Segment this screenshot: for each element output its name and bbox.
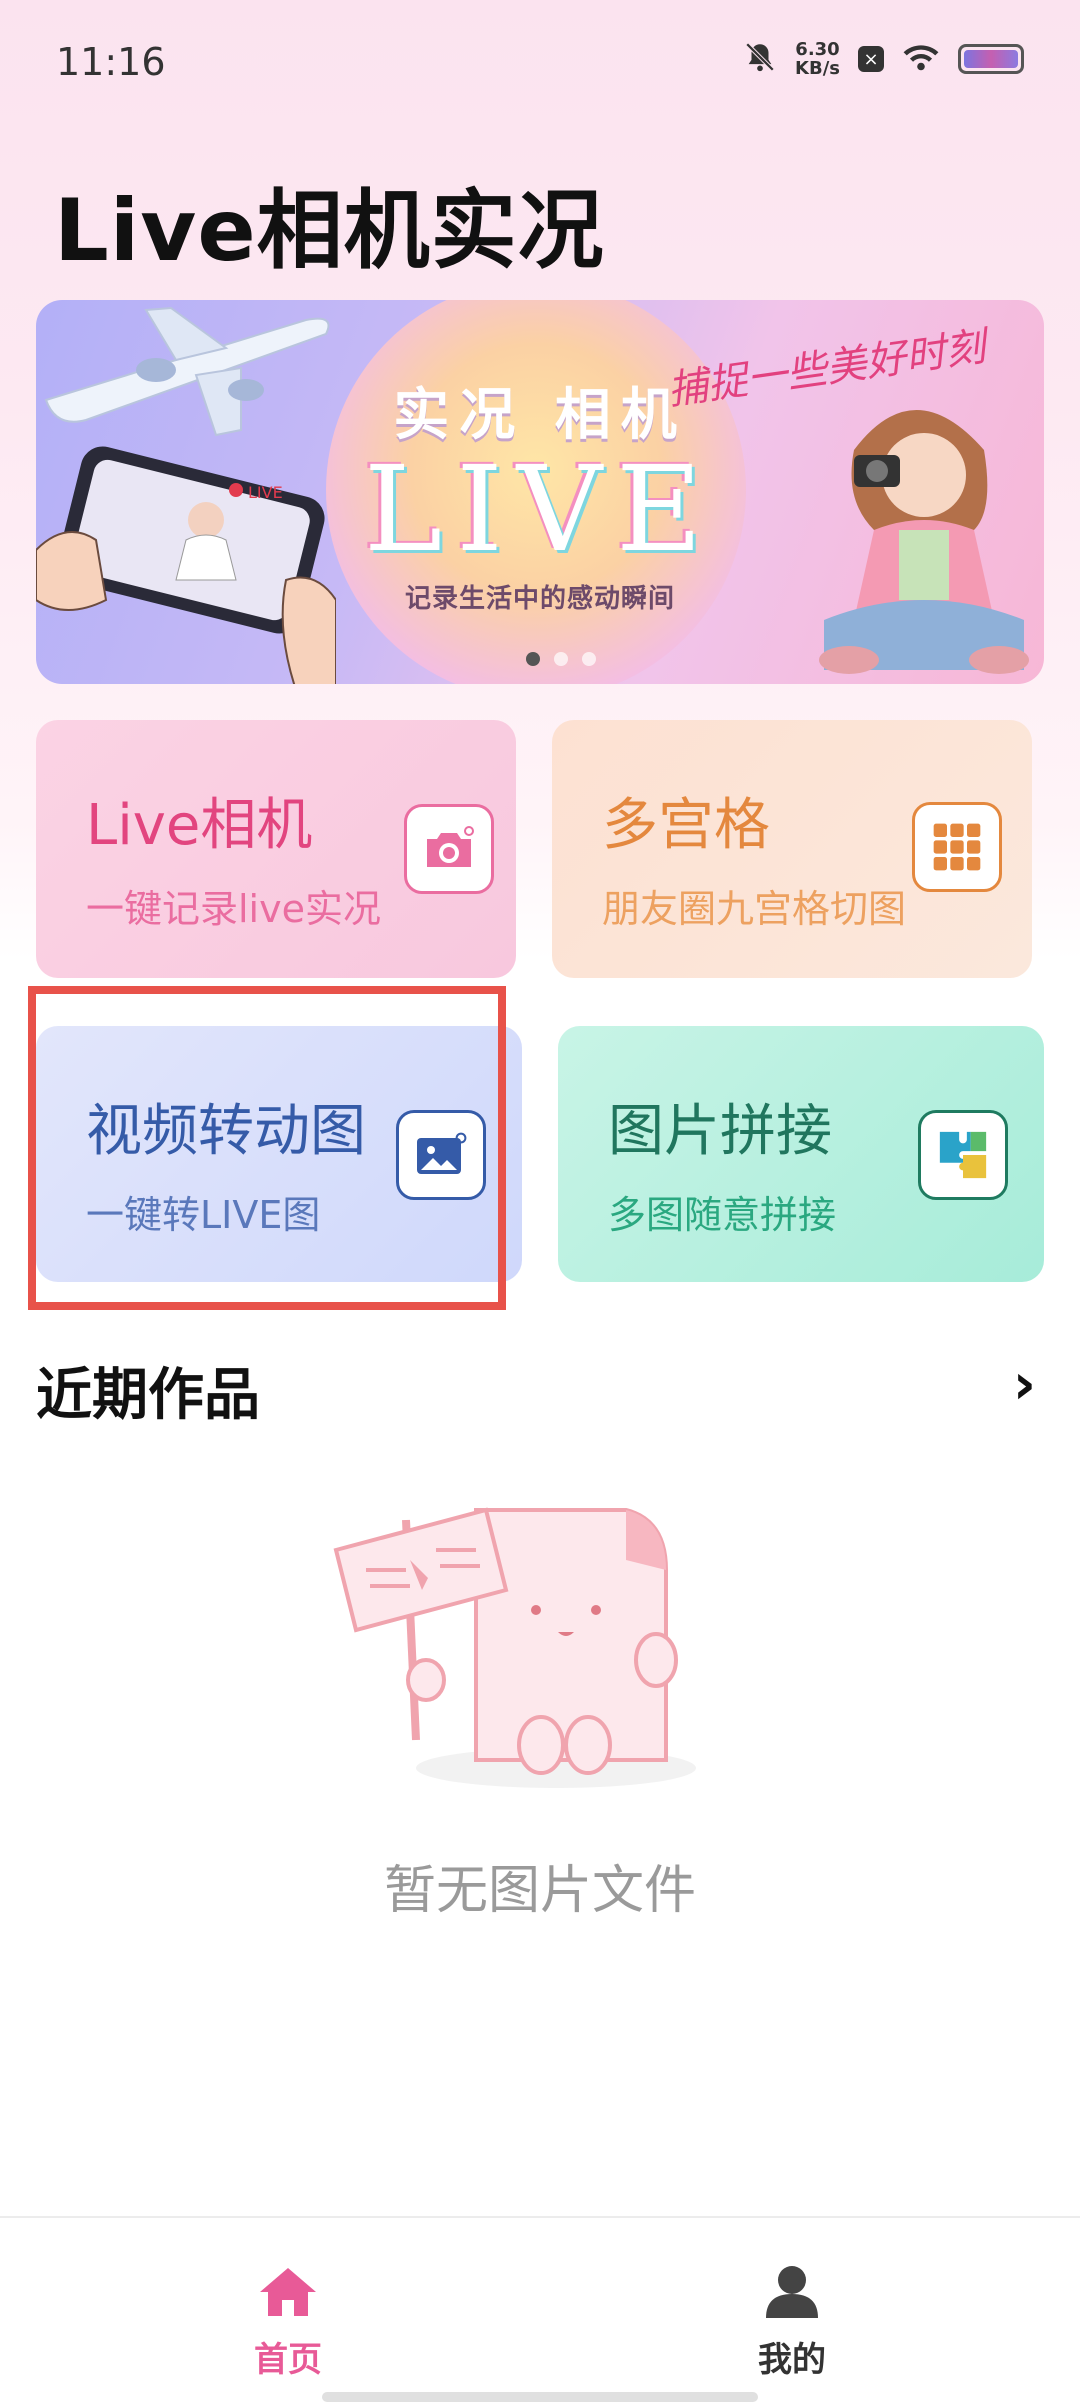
card-subtitle: 朋友圈九宫格切图: [602, 887, 907, 931]
banner-dot-2[interactable]: [554, 652, 568, 666]
nav-label-home: 首页: [254, 2340, 322, 2380]
home-screen: 11:16 6.30 KB/s × Live相机实况 LIVE 实况 相机 LI…: [0, 0, 1080, 2408]
page-title: Live相机实况: [54, 181, 605, 281]
multi-grid-card[interactable]: 多宫格 朋友圈九宫格切图: [552, 720, 1032, 978]
camera-icon: [404, 804, 494, 894]
status-icons: 6.30 KB/s ×: [743, 40, 1024, 78]
recent-works-title: 近期作品: [36, 1363, 260, 1428]
puzzle-icon: [918, 1110, 1008, 1200]
card-title: 多宫格: [602, 793, 770, 858]
wifi-icon: [902, 42, 940, 76]
banner-dot-3[interactable]: [582, 652, 596, 666]
user-icon: [766, 2266, 818, 2318]
grid-icon: [912, 802, 1002, 892]
chevron-right-icon[interactable]: ›: [1013, 1352, 1036, 1417]
net-speed: 6.30 KB/s: [795, 40, 840, 78]
promo-banner[interactable]: LIVE 实况 相机 LIVE 记录生活中的感动瞬间 捕捉一些美好时刻: [36, 300, 1044, 684]
card-title: 图片拼接: [608, 1099, 832, 1164]
bottom-nav: 首页 我的: [0, 2216, 1080, 2408]
battery-icon: [958, 44, 1024, 74]
nav-item-mine[interactable]: 我的: [712, 2264, 872, 2381]
card-subtitle: 多图随意拼接: [608, 1193, 837, 1237]
image-stitch-card[interactable]: 图片拼接 多图随意拼接: [558, 1026, 1044, 1282]
home-icon: [260, 2268, 316, 2316]
banner-indicator: [526, 652, 596, 666]
live-camera-card[interactable]: Live相机 一键记录live实况: [36, 720, 516, 978]
card-title: Live相机: [86, 793, 313, 858]
nav-label-mine: 我的: [758, 2340, 826, 2380]
home-indicator[interactable]: [322, 2392, 758, 2402]
girl-camera-illustration: [819, 410, 1029, 674]
status-bar: 11:16 6.30 KB/s ×: [0, 0, 1080, 120]
empty-state-illustration: [333, 1507, 696, 1788]
selection-highlight-box: [28, 986, 506, 1310]
empty-state-text: 暂无图片文件: [383, 1861, 696, 1921]
banner-dot-1[interactable]: [526, 652, 540, 666]
net-speed-unit: KB/s: [795, 58, 840, 79]
card-subtitle: 一键记录live实况: [86, 887, 381, 931]
status-time: 11:16: [56, 40, 166, 84]
nav-item-home[interactable]: 首页: [208, 2264, 368, 2381]
net-speed-value: 6.30: [795, 39, 840, 60]
close-box-icon: ×: [858, 46, 884, 72]
mute-bell-icon: [743, 40, 777, 78]
